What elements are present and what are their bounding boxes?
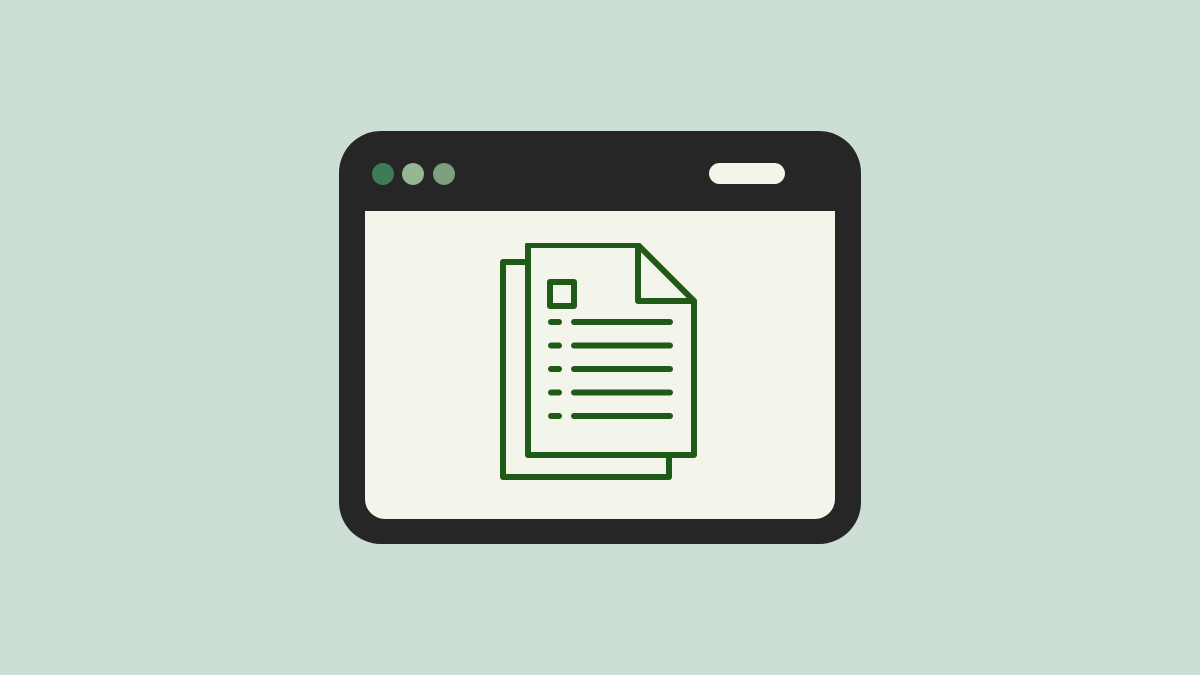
documents-icon [500, 243, 697, 480]
page-background [0, 0, 1200, 675]
close-dot-icon[interactable] [372, 163, 394, 185]
minimize-dot-icon[interactable] [402, 163, 424, 185]
maximize-dot-icon[interactable] [433, 163, 455, 185]
front-page-icon [525, 243, 697, 458]
browser-window [339, 131, 861, 544]
window-title-bar [339, 131, 861, 211]
address-bar-pill[interactable] [709, 163, 785, 184]
checkbox-icon [547, 279, 577, 309]
window-content-area [365, 211, 835, 519]
